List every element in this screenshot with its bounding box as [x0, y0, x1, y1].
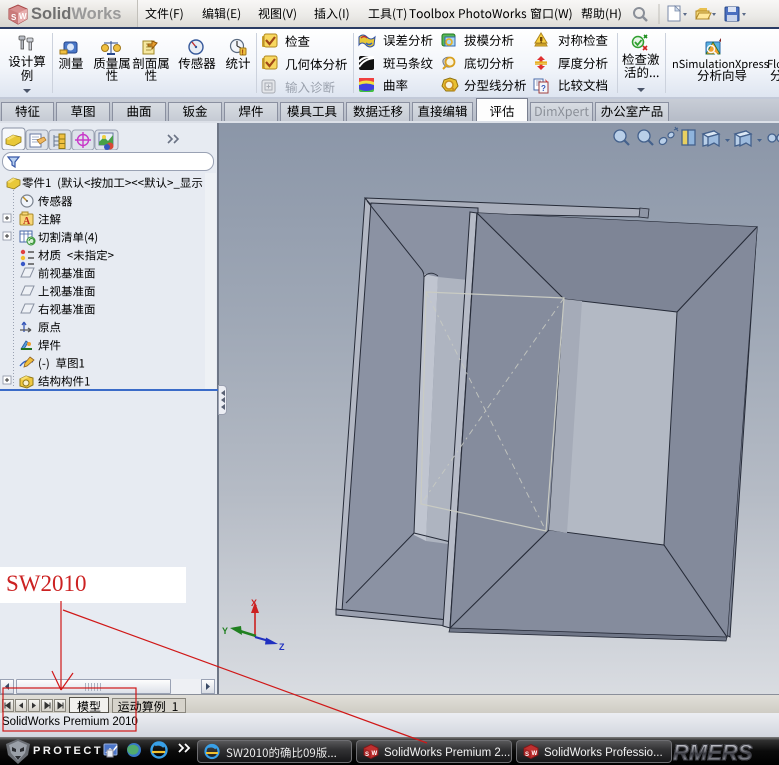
svg-text:S: S [365, 752, 369, 758]
svg-text:Z: Z [279, 642, 285, 652]
svg-text:W: W [532, 751, 538, 757]
svg-text:?: ? [541, 84, 546, 93]
svg-text:S: S [525, 752, 529, 758]
svg-text:W: W [372, 751, 378, 757]
svg-text:A: A [23, 216, 31, 227]
svg-text:Y: Y [222, 626, 228, 636]
svg-text:S: S [11, 13, 17, 22]
svg-text:!: ! [242, 50, 244, 57]
svg-text:X: X [251, 598, 257, 608]
svg-text:W: W [19, 12, 27, 21]
